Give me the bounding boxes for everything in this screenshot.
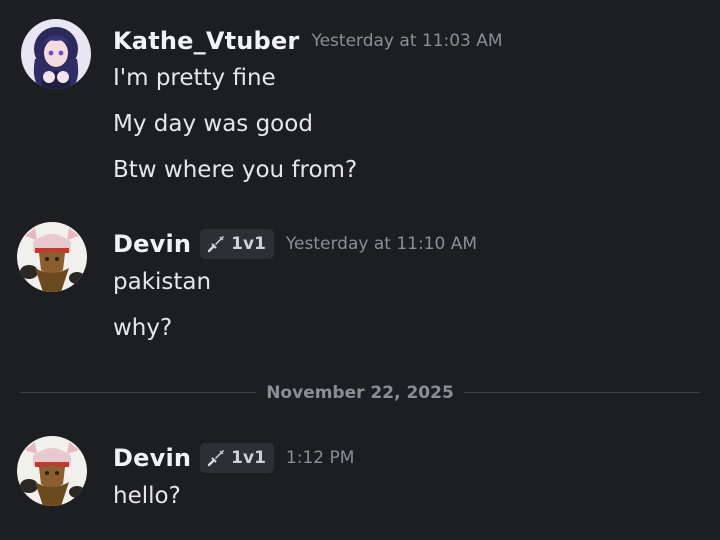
cow-knight-avatar-icon xyxy=(17,222,87,292)
user-tag-badge[interactable]: 1v1 xyxy=(200,229,274,259)
username[interactable]: Devin xyxy=(113,230,191,258)
message-header: Devin 1v1 Yesterday at 11:10 AM xyxy=(113,227,477,261)
user-tag-badge[interactable]: 1v1 xyxy=(200,443,274,473)
username[interactable]: Kathe_Vtuber xyxy=(113,27,299,55)
message-text: pakistan xyxy=(113,269,212,295)
message-header: Kathe_Vtuber Yesterday at 11:03 AM xyxy=(113,24,503,58)
sword-icon xyxy=(206,448,226,468)
message-text: hello? xyxy=(113,483,181,509)
username[interactable]: Devin xyxy=(113,444,191,472)
message-text: Btw where you from? xyxy=(113,157,358,183)
divider-date: November 22, 2025 xyxy=(266,383,454,403)
sword-icon xyxy=(206,234,226,254)
timestamp[interactable]: 1:12 PM xyxy=(286,448,355,468)
timestamp[interactable]: Yesterday at 11:03 AM xyxy=(311,31,502,51)
tag-label: 1v1 xyxy=(231,234,266,254)
timestamp[interactable]: Yesterday at 11:10 AM xyxy=(286,234,477,254)
avatar[interactable] xyxy=(17,436,87,506)
chat-messages: Kathe_Vtuber Yesterday at 11:03 AM I'm p… xyxy=(0,0,720,540)
message-text: My day was good xyxy=(113,111,313,137)
tag-label: 1v1 xyxy=(231,448,266,468)
avatar[interactable] xyxy=(21,19,91,89)
avatar[interactable] xyxy=(17,222,87,292)
divider-line xyxy=(20,392,256,393)
message-header: Devin 1v1 1:12 PM xyxy=(113,441,354,475)
anime-girl-avatar-icon xyxy=(21,19,91,89)
date-divider: November 22, 2025 xyxy=(20,381,700,405)
divider-line xyxy=(464,392,700,393)
message-text: I'm pretty fine xyxy=(113,65,276,91)
message-text: why? xyxy=(113,315,173,341)
cow-knight-avatar-icon xyxy=(17,436,87,506)
